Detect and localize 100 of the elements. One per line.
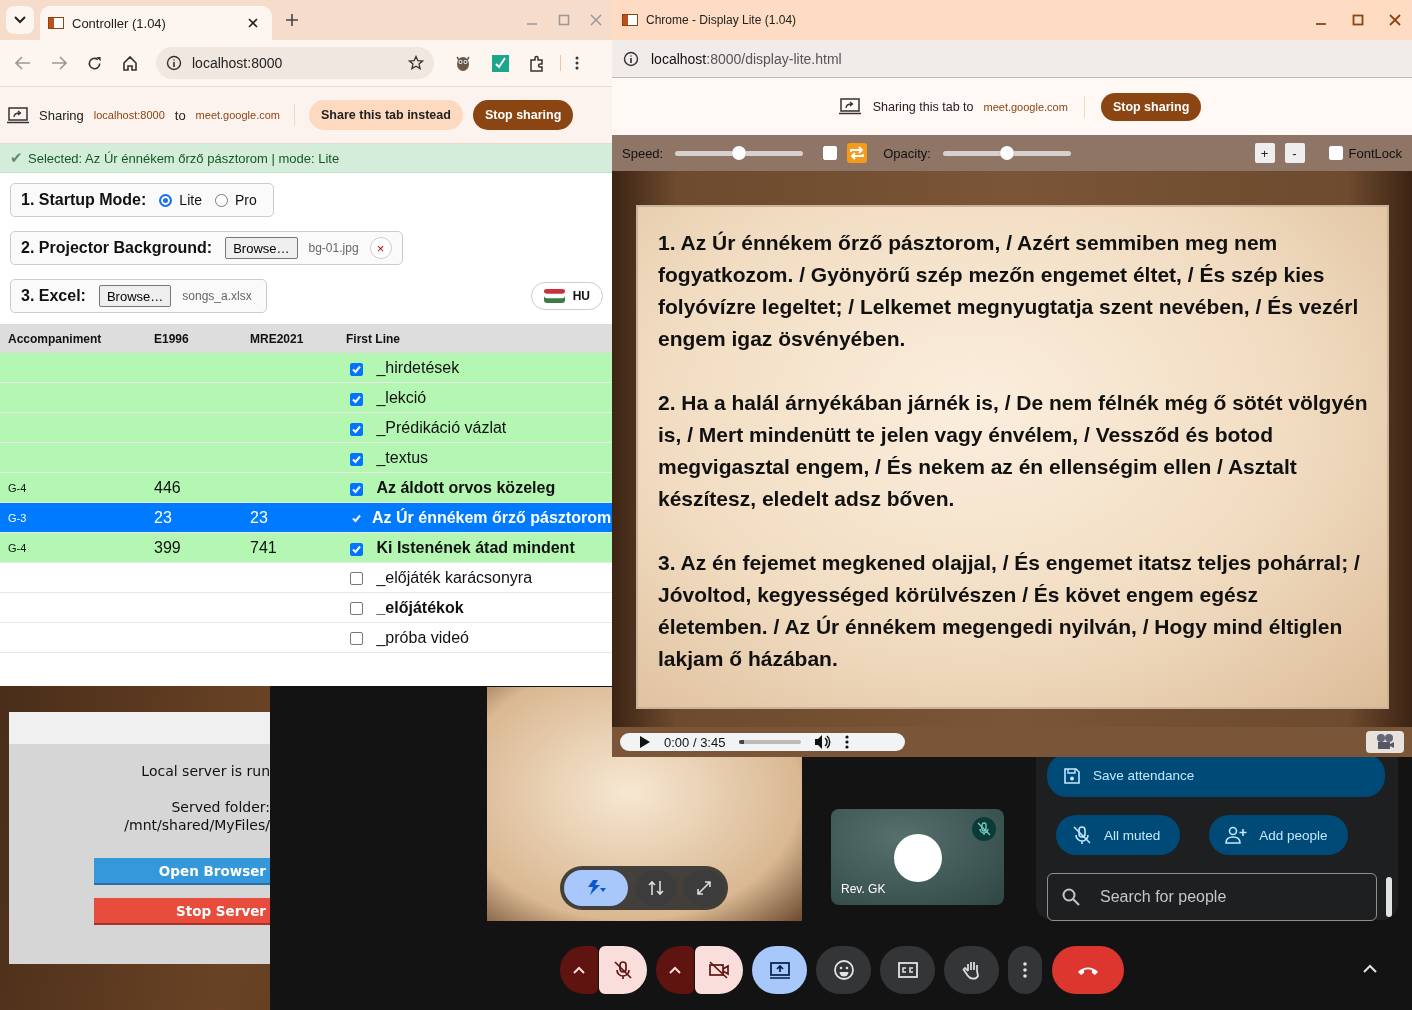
leave-call-button[interactable]: [1052, 946, 1124, 994]
mre2021-cell: 741: [250, 538, 277, 556]
browser-tab[interactable]: Controller (1.04): [40, 6, 272, 40]
checkbox[interactable]: [350, 483, 363, 496]
stop-sharing-button[interactable]: Stop sharing: [1100, 92, 1202, 121]
add-people-button[interactable]: Add people: [1209, 815, 1348, 855]
radio-button[interactable]: [214, 193, 228, 207]
mute-all-button[interactable]: All muted: [1056, 815, 1181, 855]
checkbox[interactable]: [350, 512, 363, 525]
checkbox[interactable]: [350, 453, 363, 466]
checkmark-icon[interactable]: [492, 54, 509, 72]
language-button[interactable]: HU: [530, 282, 603, 310]
more-options-button[interactable]: [1008, 946, 1042, 994]
checkbox[interactable]: [350, 363, 363, 376]
more-options-icon[interactable]: [845, 735, 850, 749]
check-icon: ✔: [10, 149, 23, 167]
address-bar[interactable]: localhost:8000: [156, 47, 434, 79]
song-row[interactable]: _előjáték karácsonyra: [0, 563, 612, 593]
song-row[interactable]: _lekció: [0, 383, 612, 413]
checkbox[interactable]: [350, 543, 363, 556]
lightning-icon: [585, 878, 607, 898]
lyrics-stanza: 2. Ha a halál árnyékában járnék is, / De nem félnék még ő sötét völgyén is, / Mert mindenütt te jelen vagy énvélem, / Vessződ és botod megvigasztal engem, / És nekem az én ellenségim ellen / Asztalt készítesz, eledelt adsz bőven.: [658, 390, 1369, 512]
star-icon[interactable]: [408, 55, 424, 71]
avatar: [894, 834, 942, 882]
maximize-icon[interactable]: [1352, 14, 1364, 26]
first-line-cell: _próba videó: [376, 629, 469, 646]
progress-bar[interactable]: [739, 740, 802, 744]
extensions-icon[interactable]: [529, 54, 546, 72]
camera-button[interactable]: [695, 946, 743, 994]
window-title: Chrome - Display Lite (1.04): [646, 13, 797, 27]
url-text: localhost:8000/display-lite.html: [651, 50, 842, 67]
caret-up-icon: [669, 966, 681, 974]
projector-button[interactable]: [1366, 731, 1404, 753]
accompaniment-cell: G-4: [8, 481, 27, 494]
presentation-options-button[interactable]: [564, 870, 628, 906]
home-icon[interactable]: [122, 55, 138, 71]
repeat-icon[interactable]: [847, 143, 868, 163]
swap-button[interactable]: [636, 870, 676, 906]
save-attendance-button[interactable]: Save attendance: [1047, 754, 1385, 797]
font-increase-button[interactable]: +: [1254, 143, 1275, 163]
song-row[interactable]: G-4 399 741 Ki Istenének átad mindent: [0, 533, 612, 563]
info-icon[interactable]: [623, 50, 639, 67]
radio-button[interactable]: [159, 193, 173, 207]
page-icon: [48, 17, 64, 29]
new-tab-icon[interactable]: [286, 14, 298, 26]
checkbox[interactable]: [350, 602, 363, 615]
flag-icon: [543, 289, 565, 303]
back-icon[interactable]: [15, 56, 31, 70]
owl-icon[interactable]: [454, 54, 472, 72]
chevron-down-icon: [14, 16, 26, 24]
captions-button[interactable]: [880, 946, 935, 994]
stop-sharing-button[interactable]: Stop sharing: [472, 100, 574, 130]
checkbox[interactable]: [350, 423, 363, 436]
file-name: songs_a.xlsx: [182, 289, 252, 303]
font-decrease-button[interactable]: -: [1284, 143, 1305, 163]
stop-server-button[interactable]: Stop Server: [94, 898, 270, 925]
menu-icon[interactable]: [575, 56, 579, 70]
checkbox[interactable]: [350, 393, 363, 406]
song-row[interactable]: G-4 446 Az áldott orvos közeleg: [0, 473, 612, 503]
speed-label: Speed:: [622, 145, 664, 161]
slider-thumb[interactable]: [732, 145, 747, 160]
info-icon[interactable]: [166, 55, 182, 71]
close-icon[interactable]: [248, 18, 258, 28]
clear-button[interactable]: ×: [369, 237, 392, 259]
song-row[interactable]: _hirdetések: [0, 353, 612, 383]
e1996-cell: 23: [154, 508, 172, 526]
caret-up-icon[interactable]: [1363, 964, 1377, 973]
add-person-icon: [1225, 826, 1248, 844]
browse-button[interactable]: Browse…: [98, 285, 172, 307]
emoji-button[interactable]: [816, 946, 871, 994]
browse-button[interactable]: Browse…: [225, 237, 298, 259]
volume-icon[interactable]: [815, 735, 832, 749]
microphone-button[interactable]: [599, 946, 647, 994]
search-field[interactable]: Search for people: [1047, 873, 1377, 921]
captions-icon: [896, 961, 919, 979]
slider-thumb[interactable]: [999, 145, 1014, 160]
checkbox[interactable]: [350, 632, 363, 645]
first-line-cell: _Prédikáció vázlat: [376, 419, 507, 436]
accompaniment-cell: G-3: [8, 511, 27, 524]
reload-icon[interactable]: [87, 55, 102, 71]
song-row[interactable]: G-3 23 23 Az Úr énnékem őrző pásztorom: [0, 503, 612, 533]
raise-hand-button[interactable]: [944, 946, 999, 994]
present-button[interactable]: [752, 946, 807, 994]
forward-icon[interactable]: [51, 56, 67, 70]
share-this-tab-button[interactable]: Share this tab instead: [309, 100, 463, 130]
song-row[interactable]: _előjátékok: [0, 593, 612, 623]
folder-path: /mnt/shared/MyFiles/: [124, 816, 270, 834]
checkbox[interactable]: [350, 572, 363, 585]
play-icon[interactable]: [640, 736, 650, 748]
radio-label: Lite: [179, 192, 202, 208]
radio-label: Pro: [234, 192, 257, 208]
song-row[interactable]: _Prédikáció vázlat: [0, 413, 612, 443]
column-header: MRE2021: [250, 331, 305, 346]
expand-button[interactable]: [684, 870, 724, 906]
target-host: meet.google.com: [983, 100, 1068, 113]
song-row[interactable]: _textus: [0, 443, 612, 473]
tab-list-button[interactable]: [6, 6, 34, 34]
target-host: meet.google.com: [195, 109, 280, 121]
song-row[interactable]: _próba videó: [0, 623, 612, 653]
playback-time: 0:00 / 3:45: [664, 734, 726, 750]
